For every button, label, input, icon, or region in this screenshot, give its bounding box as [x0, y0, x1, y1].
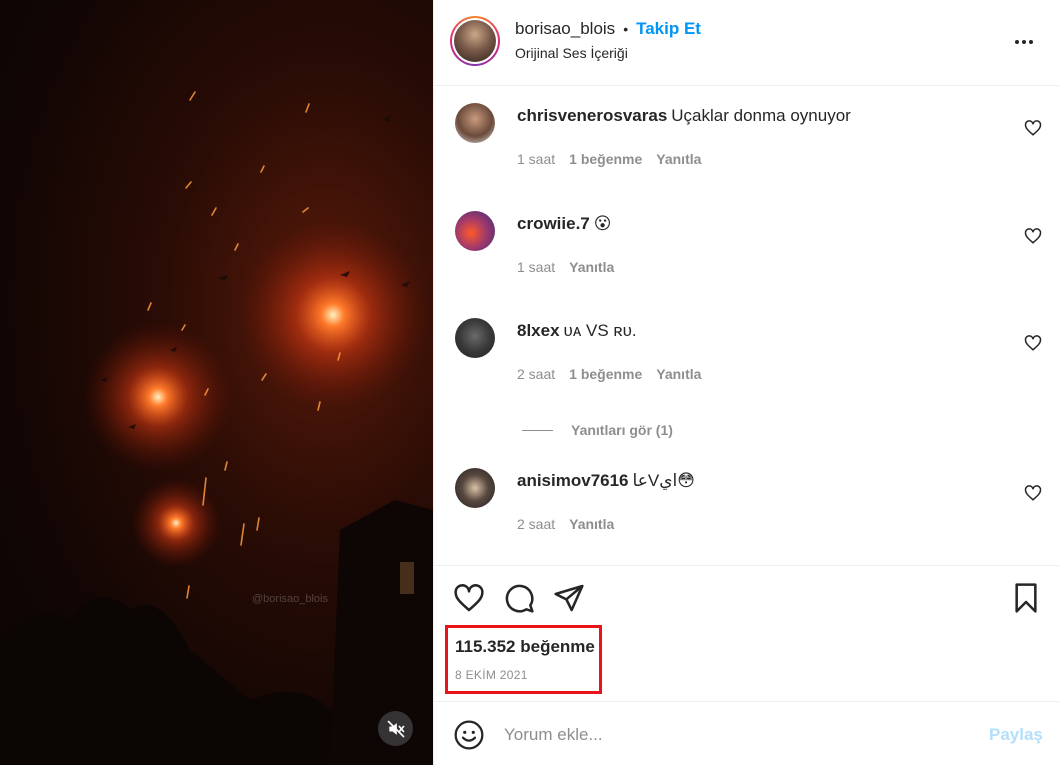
comment-text: anisimov7616 عاVاي😳	[517, 471, 695, 491]
comment-body: Uçaklar donma oynuyor	[671, 106, 851, 125]
commenter-avatar[interactable]	[455, 103, 495, 143]
add-comment-bar: Paylaş	[434, 701, 1059, 765]
save-bookmark-icon[interactable]	[1010, 582, 1042, 614]
post-header: borisao_blois • Takip Et Orijinal Ses İç…	[434, 0, 1059, 86]
comment-like-heart-icon[interactable]	[1024, 484, 1042, 502]
comment-like-heart-icon[interactable]	[1024, 227, 1042, 245]
comment-username[interactable]: chrisvenerosvaras	[517, 106, 667, 125]
comment-meta: 2 saat 1 beğenme Yanıtla	[517, 366, 701, 382]
comment-meta: 2 saat Yanıtla	[517, 516, 614, 532]
comment-item: 8lxex ᴜᴀ VS ʀᴜ. 2 saat 1 beğenme Yanıtla	[434, 318, 1059, 398]
more-options-button[interactable]	[1012, 30, 1036, 54]
audio-label[interactable]: Orijinal Ses İçeriği	[515, 45, 628, 61]
comment-meta: 1 saat Yanıtla	[517, 259, 614, 275]
comment-item: chrisvenerosvaras Uçaklar donma oynuyor 1…	[434, 103, 1059, 183]
comment-body: عاVاي😳	[632, 471, 695, 490]
highlight-box	[445, 625, 602, 694]
separator-dot: •	[623, 21, 629, 37]
post-date[interactable]: 8 EKİM 2021	[455, 668, 528, 682]
comment-item: crowiie.7 😮 1 saat Yanıtla	[434, 211, 1059, 291]
more-dots-icon	[1015, 40, 1019, 44]
comment-text: 8lxex ᴜᴀ VS ʀᴜ.	[517, 321, 637, 341]
commenter-avatar[interactable]	[455, 468, 495, 508]
reply-button[interactable]: Yanıtla	[569, 516, 614, 532]
comment-text: chrisvenerosvaras Uçaklar donma oynuyor	[517, 106, 851, 126]
speaker-muted-icon	[387, 720, 404, 737]
comment-input[interactable]	[504, 716, 974, 754]
comments-list[interactable]: chrisvenerosvaras Uçaklar donma oynuyor 1…	[434, 87, 1059, 565]
post-details-panel: borisao_blois • Takip Et Orijinal Ses İç…	[433, 0, 1059, 765]
post-actions: 115.352 beğenme 8 EKİM 2021	[434, 565, 1059, 701]
likes-count[interactable]: 115.352 beğenme	[455, 637, 595, 657]
night-sky-flares-image	[0, 91, 433, 765]
share-paper-plane-icon[interactable]	[553, 582, 585, 614]
replies-divider-line	[522, 429, 553, 431]
comment-time[interactable]: 1 saat	[517, 151, 555, 167]
post-modal: @borisao_blois borisao_blois • Takip Et …	[0, 0, 1059, 765]
owner-line: borisao_blois • Takip Et	[515, 19, 701, 39]
comment-item: anisimov7616 عاVاي😳 2 saat Yanıtla	[434, 468, 1059, 548]
emoji-smiley-icon[interactable]	[453, 719, 485, 751]
comment-username[interactable]: anisimov7616	[517, 471, 629, 490]
view-replies-button[interactable]: Yanıtları gör (1)	[522, 422, 673, 438]
follow-button[interactable]: Takip Et	[636, 19, 701, 39]
comment-time[interactable]: 1 saat	[517, 259, 555, 275]
comment-body: 😮	[593, 214, 612, 233]
view-replies-label: Yanıtları gör (1)	[571, 422, 673, 438]
comment-username[interactable]: crowiie.7	[517, 214, 590, 233]
comment-like-heart-icon[interactable]	[1024, 334, 1042, 352]
owner-username[interactable]: borisao_blois	[515, 19, 615, 39]
comment-meta: 1 saat 1 beğenme Yanıtla	[517, 151, 701, 167]
comment-time[interactable]: 2 saat	[517, 516, 555, 532]
comment-username[interactable]: 8lxex	[517, 321, 560, 340]
video-watermark: @borisao_blois	[252, 593, 328, 605]
commenter-avatar[interactable]	[455, 318, 495, 358]
reply-button[interactable]: Yanıtla	[569, 259, 614, 275]
mute-toggle-button[interactable]	[378, 711, 413, 746]
comment-bubble-icon[interactable]	[503, 582, 535, 614]
commenter-avatar[interactable]	[455, 211, 495, 251]
comment-body: ᴜᴀ VS ʀᴜ.	[563, 321, 637, 340]
comment-time[interactable]: 2 saat	[517, 366, 555, 382]
like-heart-icon[interactable]	[453, 582, 485, 614]
comment-like-heart-icon[interactable]	[1024, 119, 1042, 137]
reply-button[interactable]: Yanıtla	[656, 366, 701, 382]
post-video[interactable]: @borisao_blois	[0, 0, 433, 765]
comment-likes[interactable]: 1 beğenme	[569, 366, 642, 382]
comment-likes[interactable]: 1 beğenme	[569, 151, 642, 167]
comment-text: crowiie.7 😮	[517, 214, 612, 234]
post-comment-button[interactable]: Paylaş	[989, 725, 1043, 745]
owner-avatar[interactable]	[450, 16, 500, 66]
reply-button[interactable]: Yanıtla	[656, 151, 701, 167]
